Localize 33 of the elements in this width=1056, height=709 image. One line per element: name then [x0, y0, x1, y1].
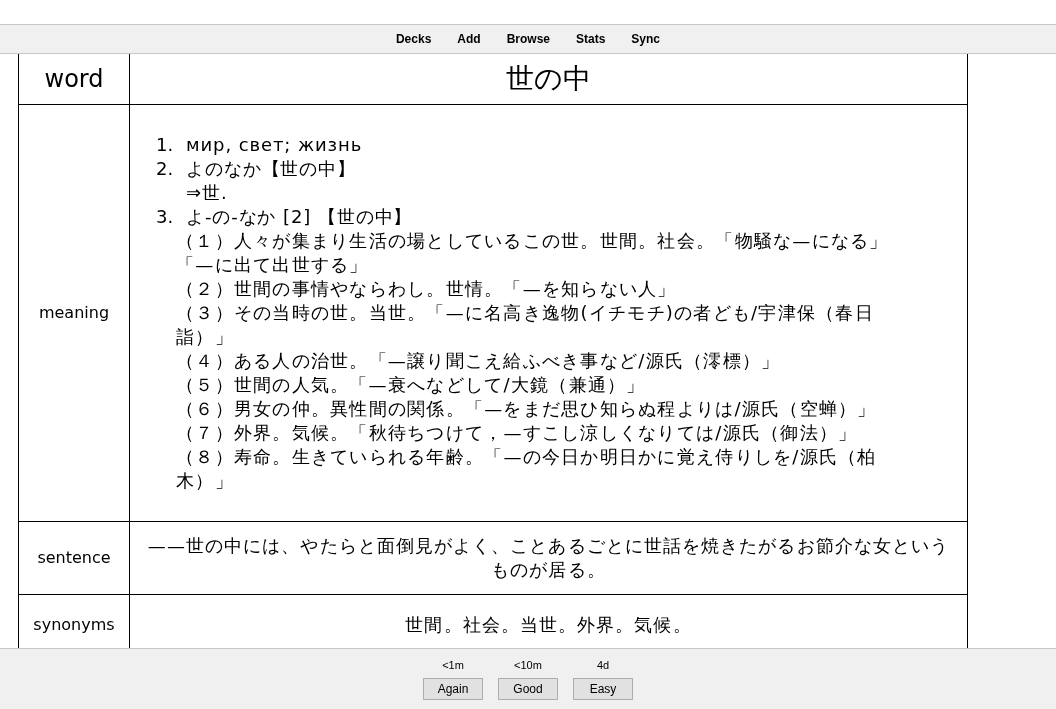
- sense-text: （１）人々が集まり生活の場としているこの世。世間。社会。「物騒な—になる」「—に出て出世する」: [176, 229, 890, 277]
- answer-button[interactable]: Again: [423, 678, 483, 700]
- answer-button[interactable]: Easy: [573, 678, 633, 700]
- sense-text: （２）世間の事情やならわし。世情。「—を知らない人」: [176, 277, 678, 301]
- interval-label: <10m: [514, 659, 542, 672]
- menu-link[interactable]: Browse: [506, 30, 550, 48]
- sense-text: （４）ある人の治世。「—譲り聞こえ給ふべき事など/源氏（澪標）」: [176, 349, 782, 373]
- sense-text: （８）寿命。生きていられる年齢。「—の今日か明日かに覚え侍りしを/源氏（柏木）」: [176, 445, 878, 493]
- answer-button[interactable]: Good: [498, 678, 558, 700]
- sense-text: （５）世間の人気。「—衰へなどして/大鏡（兼通）」: [176, 373, 647, 397]
- field-label: sentence: [37, 547, 111, 569]
- field-label: synonyms: [33, 613, 115, 636]
- definition-line: よ-の-なか [2] 【世の中】: [186, 205, 413, 229]
- word-text: 世の中: [506, 61, 591, 97]
- list-number: 3.: [156, 206, 174, 227]
- menu-link[interactable]: Sync: [631, 30, 661, 48]
- menu-link[interactable]: Stats: [576, 30, 606, 48]
- sense-text: （６）男女の仲。異性間の関係。「—をまだ思ひ知らぬ程よりは/源氏（空蝉）」: [176, 397, 878, 421]
- sense-text: （３）その当時の世。当世。「—に名高き逸物(イチモチ)の者ども/宇津保（春日詣）」: [176, 301, 875, 349]
- menu-link[interactable]: Add: [457, 30, 481, 48]
- interval-label: 4d: [596, 659, 610, 672]
- field-label: word: [44, 64, 104, 95]
- definition-line: よのなか【世の中】: [186, 157, 357, 181]
- list-number: 2.: [156, 158, 174, 179]
- interval-label: <1m: [442, 659, 464, 672]
- list-number: 1.: [156, 134, 174, 155]
- field-label: meaning: [38, 302, 110, 324]
- definition-line: мир, свет; жизнь: [186, 133, 363, 157]
- field-text: 世間。社会。当世。外界。気候。: [405, 612, 692, 637]
- field-text: ——世の中には、やたらと面倒見がよく、ことあるごとに世話を焼きたがるお節介な女というものが居る。: [146, 534, 951, 582]
- sense-text: （７）外界。気候。「秋待ちつけて，—すこし涼しくなりては/源氏（御法）」: [176, 421, 859, 445]
- menu-link[interactable]: Decks: [395, 30, 432, 48]
- definition-line: ⇒世.: [186, 181, 228, 205]
